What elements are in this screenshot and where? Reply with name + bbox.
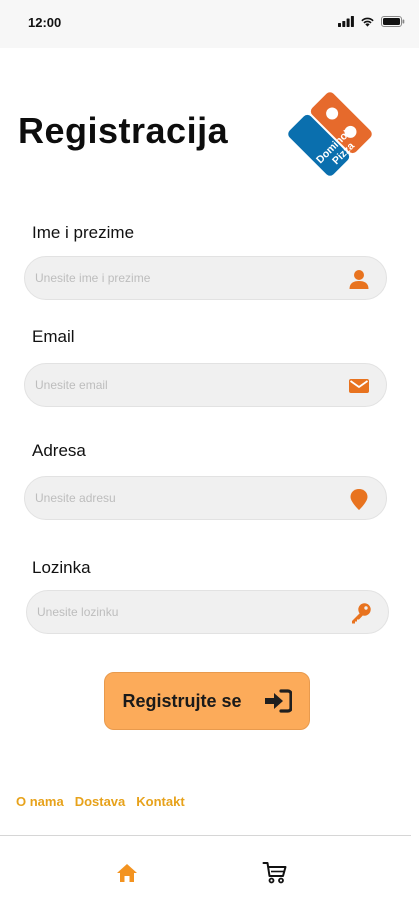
footer-link-contact[interactable]: Kontakt — [136, 794, 184, 809]
address-field[interactable] — [24, 476, 387, 520]
status-bar: 12:00 — [0, 0, 419, 48]
wifi-icon — [361, 17, 374, 27]
status-time: 12:00 — [28, 15, 62, 30]
key-icon — [352, 603, 371, 624]
address-input[interactable] — [35, 477, 335, 519]
email-input[interactable] — [35, 364, 335, 406]
home-icon[interactable] — [116, 862, 138, 884]
status-icons — [338, 16, 405, 27]
register-button-label: Registrujte se — [122, 690, 242, 711]
map-pin-icon — [350, 489, 368, 510]
cart-icon[interactable] — [262, 860, 288, 886]
email-field[interactable] — [24, 363, 387, 407]
battery-icon — [381, 16, 405, 27]
dominos-logo: Domino's Pizza — [288, 92, 372, 176]
sign-in-icon — [264, 689, 292, 713]
footer-links: O nama Dostava Kontakt — [16, 794, 185, 809]
envelope-icon — [349, 379, 369, 393]
registration-screen: 12:00 Registracija Domino's Pizza Ime i … — [0, 0, 419, 907]
password-field[interactable] — [26, 590, 389, 634]
address-label: Adresa — [32, 441, 86, 460]
name-label: Ime i prezime — [32, 223, 135, 242]
password-label: Lozinka — [32, 558, 91, 577]
footer-link-delivery[interactable]: Dostava — [75, 794, 126, 809]
user-icon — [349, 270, 369, 289]
page-title: Registracija — [18, 110, 229, 151]
bottom-nav-divider — [0, 835, 411, 836]
name-field[interactable] — [24, 256, 387, 300]
name-input[interactable] — [35, 257, 335, 299]
footer-link-about[interactable]: O nama — [16, 794, 64, 809]
password-input[interactable] — [37, 591, 337, 633]
signal-icon — [338, 16, 354, 27]
email-label: Email — [32, 327, 75, 346]
register-button[interactable]: Registrujte se — [104, 672, 310, 730]
